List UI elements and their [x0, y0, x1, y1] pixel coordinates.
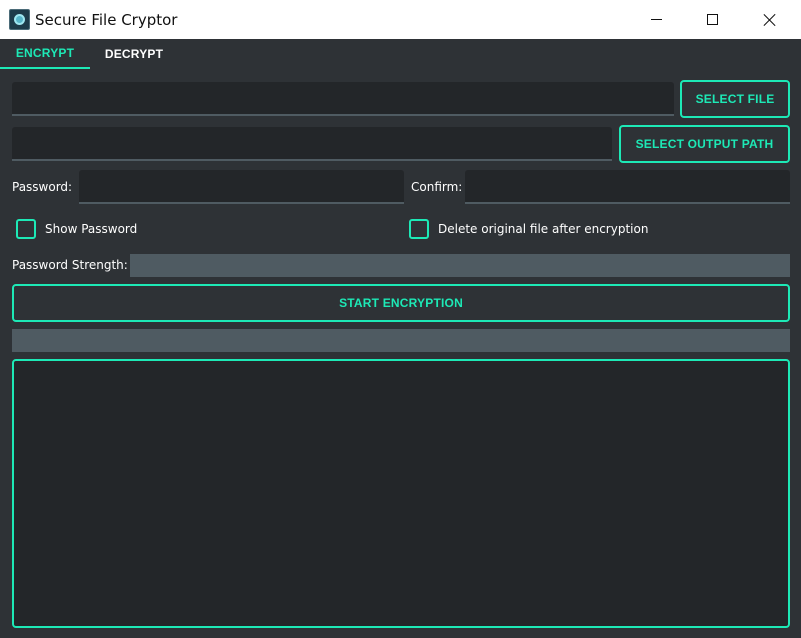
show-password-label: Show Password [45, 222, 138, 236]
confirm-password-field[interactable] [465, 170, 790, 204]
maximize-icon [706, 14, 718, 25]
confirm-label: Confirm: [411, 180, 463, 194]
show-password-checkbox[interactable] [16, 219, 36, 239]
maximize-button[interactable] [689, 0, 735, 39]
delete-original-checkbox[interactable] [409, 219, 429, 239]
delete-original-label: Delete original file after encryption [438, 222, 649, 236]
select-file-button[interactable]: SELECT FILE [680, 80, 790, 118]
encryption-progress-bar [12, 329, 790, 352]
select-output-path-button[interactable]: SELECT OUTPUT PATH [619, 125, 790, 163]
start-encryption-button[interactable]: START ENCRYPTION [12, 284, 790, 322]
password-strength-bar [130, 254, 790, 277]
window-title: Secure File Cryptor [35, 11, 178, 29]
app-window: Secure File Cryptor ENCRYPT DECRYPT SELE… [0, 0, 801, 638]
minimize-button[interactable] [633, 0, 679, 39]
log-output-area[interactable] [12, 359, 790, 628]
app-logo-icon [9, 9, 30, 30]
input-file-field[interactable] [12, 82, 674, 116]
password-field[interactable] [79, 170, 404, 204]
tab-decrypt[interactable]: DECRYPT [90, 39, 178, 69]
minimize-icon [650, 19, 662, 20]
close-button[interactable] [747, 0, 793, 39]
close-icon [763, 13, 777, 27]
tab-encrypt[interactable]: ENCRYPT [0, 39, 90, 69]
password-strength-label: Password Strength: [12, 258, 128, 272]
password-label: Password: [12, 180, 73, 194]
output-path-field[interactable] [12, 127, 612, 161]
title-bar: Secure File Cryptor [0, 0, 801, 39]
